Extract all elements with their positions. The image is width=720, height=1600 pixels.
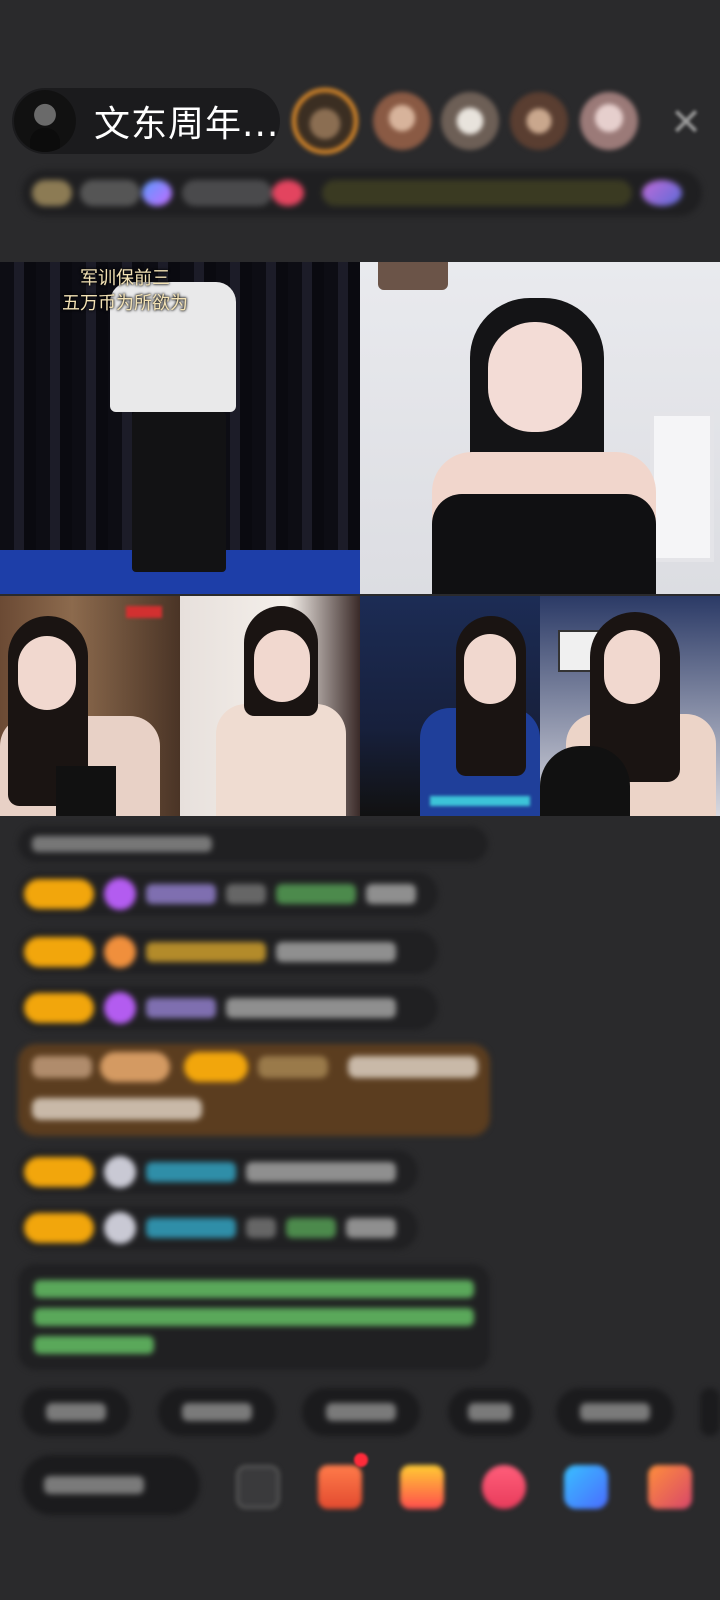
quick-chip[interactable] [158,1388,276,1436]
viewer-avatar[interactable] [580,92,638,150]
quick-chip[interactable] [22,1388,130,1436]
quick-chip[interactable] [556,1388,674,1436]
quick-chip[interactable] [448,1388,532,1436]
chat-message [18,986,438,1030]
rank-info-bar[interactable] [22,170,702,216]
emoji-icon[interactable] [236,1465,280,1509]
viewer-avatar[interactable] [441,92,499,150]
game-icon[interactable] [564,1465,608,1509]
vip-chat-message [18,1044,490,1136]
top-viewer-avatar[interactable] [292,88,358,154]
shop-icon[interactable] [318,1465,362,1509]
notification-dot [354,1453,368,1467]
viewer-avatar[interactable] [373,92,431,150]
chat-message [18,930,438,974]
chat-message [18,872,438,916]
close-icon[interactable]: ✕ [664,100,708,144]
video-tile-6[interactable] [540,596,720,816]
stream-caption: 军训保前三 五万币为所欲为 [0,266,250,316]
video-tile-2[interactable] [360,262,720,594]
mic-tag [126,606,162,618]
quick-chip[interactable] [700,1388,720,1436]
gift-icon[interactable] [400,1465,444,1509]
system-notice [18,1264,490,1370]
heart-icon[interactable] [482,1465,526,1509]
quick-chip[interactable] [302,1388,420,1436]
chat-message [18,1206,418,1250]
video-tile-5[interactable] [360,596,540,816]
host-info-pill[interactable]: 文东周年... [12,88,280,154]
video-tile-4[interactable] [180,596,360,816]
chat-message [18,1150,418,1194]
more-icon[interactable] [648,1465,692,1509]
viewer-avatar[interactable] [510,92,568,150]
chat-input[interactable] [22,1455,200,1515]
host-avatar[interactable] [14,90,76,152]
host-name: 文东周年... [94,104,280,145]
video-tile-3[interactable] [0,596,180,816]
caption-line-2: 五万币为所欲为 [62,293,188,314]
video-tile-1[interactable]: 军训保前三 五万币为所欲为 [0,262,360,594]
caption-line-1: 军训保前三 [80,268,170,289]
chat-message [18,826,488,862]
